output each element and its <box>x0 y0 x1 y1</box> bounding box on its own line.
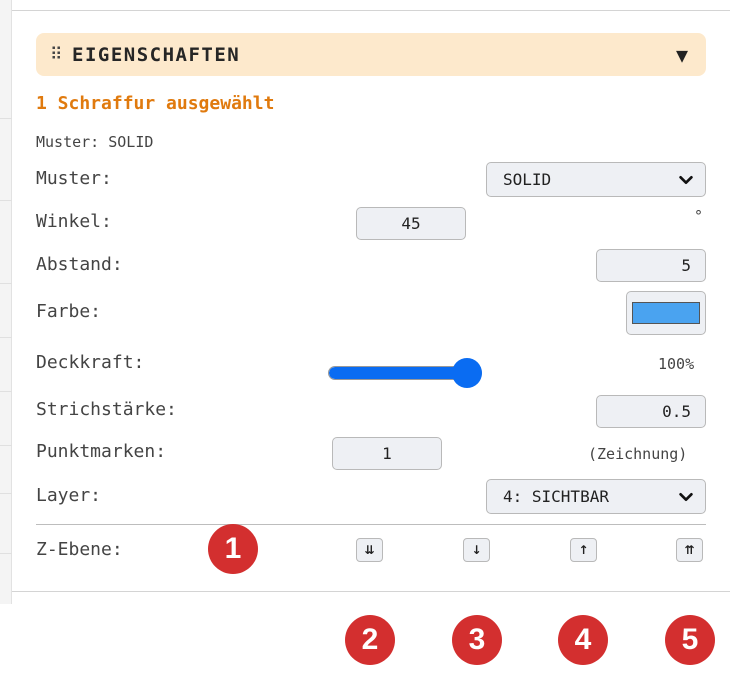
muster-select[interactable]: SOLID <box>486 162 706 197</box>
deckkraft-slider-thumb[interactable] <box>451 358 482 388</box>
farbe-color-picker[interactable] <box>626 291 706 335</box>
annotation-badge-5: 5 <box>665 615 715 665</box>
punktmarken-input[interactable]: 1 <box>332 437 442 470</box>
abstand-input[interactable]: 5 <box>596 249 706 282</box>
layer-select[interactable]: 4: SICHTBAR <box>486 479 706 514</box>
properties-panel: ⠿ EIGENSCHAFTEN ▼ 1 Schraffur ausgewählt… <box>12 10 730 592</box>
collapse-triangle-icon[interactable]: ▼ <box>676 43 688 67</box>
z-to-bottom-button[interactable]: ⇊ <box>356 538 383 562</box>
farbe-label: Farbe: <box>36 301 102 322</box>
color-swatch <box>632 302 700 324</box>
layer-value: 4: SICHTBAR <box>503 487 609 506</box>
strichstaerke-input[interactable]: 0.5 <box>596 395 706 428</box>
panel-header[interactable]: ⠿ EIGENSCHAFTEN ▼ <box>36 33 706 76</box>
deckkraft-slider-fill <box>329 367 466 379</box>
chevron-down-icon <box>679 492 693 501</box>
left-strip <box>0 0 12 604</box>
deckkraft-label: Deckkraft: <box>36 352 145 373</box>
deckkraft-value: 100% <box>658 355 695 373</box>
annotation-badge-4: 4 <box>558 615 608 665</box>
chevron-down-icon <box>679 175 693 184</box>
winkel-input[interactable]: 45 <box>356 207 466 240</box>
punktmarken-label: Punktmarken: <box>36 441 167 462</box>
muster-label: Muster: <box>36 168 112 189</box>
annotation-badge-2: 2 <box>345 615 395 665</box>
selection-subtitle: Muster: SOLID <box>36 133 154 151</box>
winkel-label: Winkel: <box>36 211 112 232</box>
z-down-button[interactable]: ↓ <box>463 538 490 562</box>
abstand-label: Abstand: <box>36 254 123 275</box>
z-to-top-button[interactable]: ⇈ <box>676 538 703 562</box>
layer-label: Layer: <box>36 485 102 506</box>
z-ebene-label: Z-Ebene: <box>36 539 123 560</box>
winkel-unit: ° <box>694 207 704 225</box>
divider <box>36 524 706 525</box>
annotation-badge-3: 3 <box>452 615 502 665</box>
punktmarken-unit: (Zeichnung) <box>588 445 688 463</box>
drag-grip-icon[interactable]: ⠿ <box>50 45 72 65</box>
muster-value: SOLID <box>503 170 552 189</box>
annotation-badge-1: 1 <box>208 524 258 574</box>
z-up-button[interactable]: ↑ <box>570 538 597 562</box>
selection-title: 1 Schraffur ausgewählt <box>36 93 275 114</box>
strichstaerke-label: Strichstärke: <box>36 399 177 420</box>
panel-title: EIGENSCHAFTEN <box>72 43 241 66</box>
